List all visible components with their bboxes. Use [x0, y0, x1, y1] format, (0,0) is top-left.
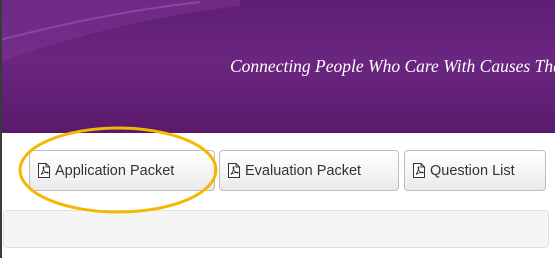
evaluation-packet-button[interactable]: Evaluation Packet [219, 150, 399, 191]
application-packet-button[interactable]: Application Packet [29, 150, 215, 191]
left-border-rule [0, 0, 2, 258]
question-list-label: Question List [430, 162, 515, 179]
content-panel [3, 210, 549, 248]
pdf-file-icon [227, 163, 241, 178]
pdf-file-icon [37, 163, 51, 178]
application-packet-label: Application Packet [55, 162, 175, 179]
evaluation-packet-label: Evaluation Packet [245, 162, 362, 179]
question-list-button[interactable]: Question List [404, 150, 546, 191]
site-tagline: Connecting People Who Care With Causes T… [230, 56, 555, 76]
site-banner: Connecting People Who Care With Causes T… [0, 0, 555, 133]
pdf-file-icon [412, 163, 426, 178]
